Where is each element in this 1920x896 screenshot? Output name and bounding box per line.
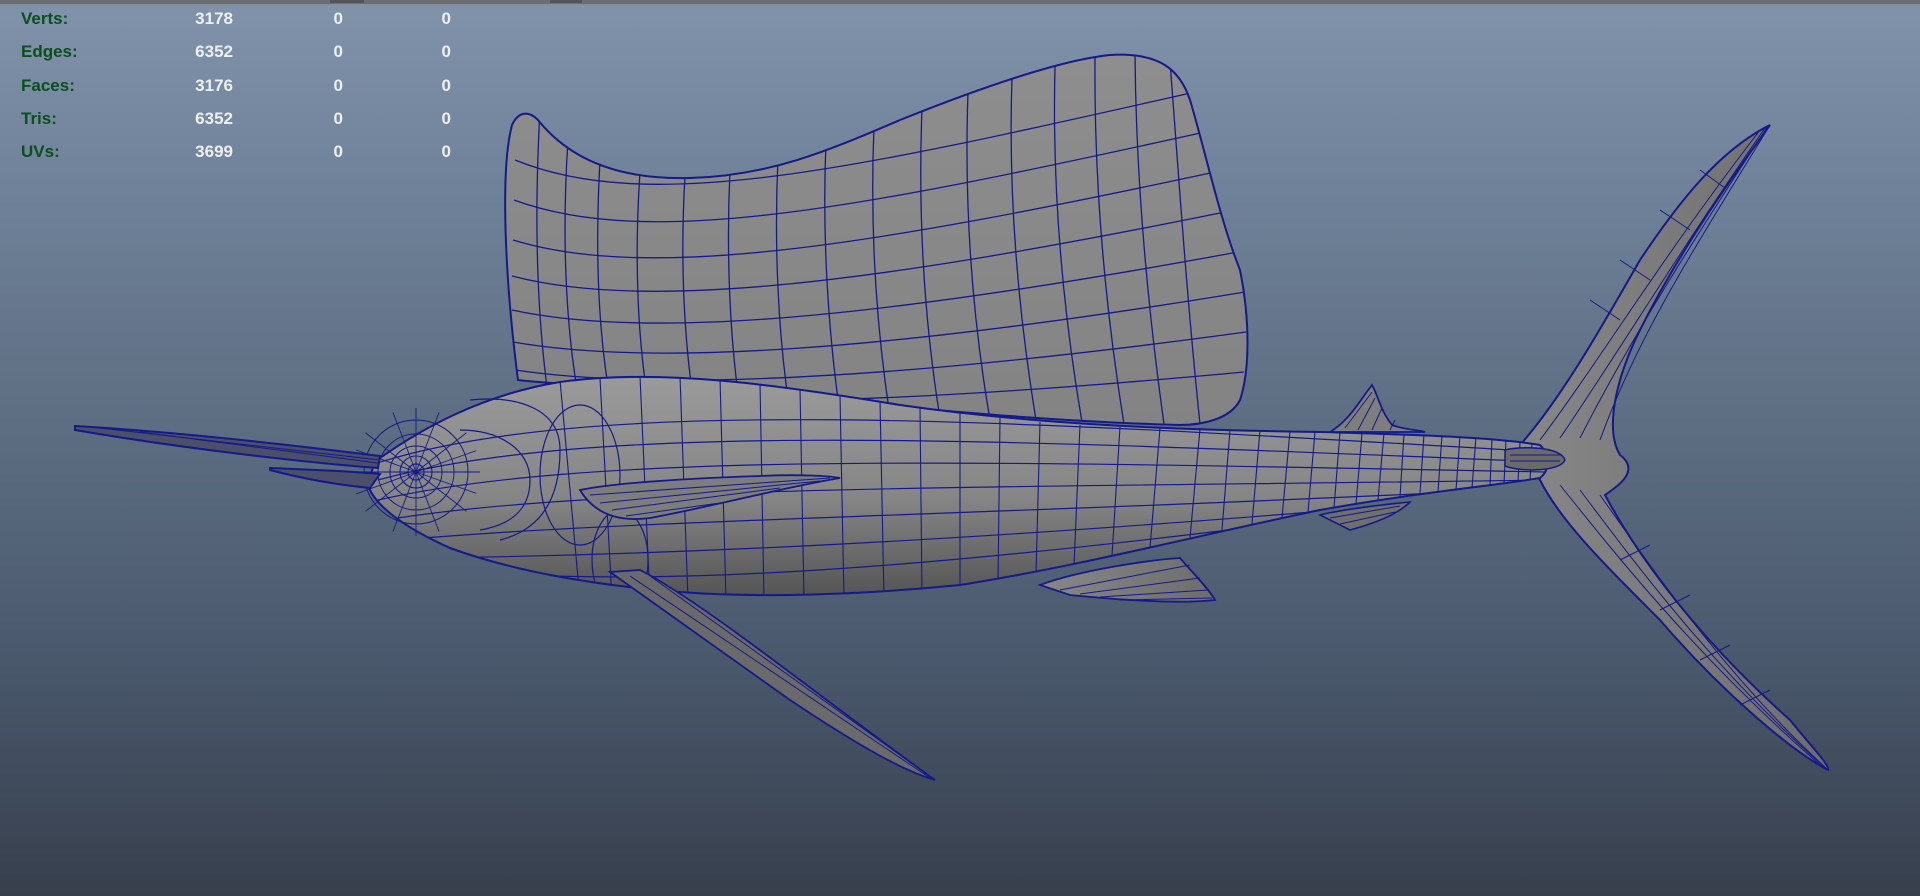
hud-label: Verts: bbox=[21, 9, 69, 28]
pelvic-fin bbox=[607, 569, 936, 781]
hud-value: 6352 bbox=[195, 42, 233, 62]
bill bbox=[74, 424, 382, 490]
hud-row-uvs: UVs: 3699 0 0 bbox=[21, 135, 461, 168]
hud-label: UVs: bbox=[21, 142, 60, 162]
hud-value: 0 bbox=[333, 42, 343, 62]
hud-row-edges: Edges: 6352 0 0 bbox=[21, 35, 461, 68]
hud-value: 3176 bbox=[195, 75, 233, 95]
hud-label: Edges: bbox=[21, 42, 78, 62]
dorsal-fin-second bbox=[1326, 383, 1426, 433]
3d-viewport[interactable]: Verts: 3178 0 0 Edges: 6352 0 0 Faces: 3… bbox=[0, 0, 1920, 896]
hud-row-tris: Tris: 6352 0 0 bbox=[21, 102, 461, 135]
hud-label: Faces: bbox=[21, 75, 75, 95]
hud-value: 0 bbox=[333, 108, 343, 128]
hud-value: 0 bbox=[441, 42, 451, 62]
poly-count-hud: Verts: 3178 0 0 Edges: 6352 0 0 Faces: 3… bbox=[21, 2, 461, 168]
hud-value: 0 bbox=[441, 75, 451, 95]
hud-value: 0 bbox=[441, 142, 451, 162]
hud-label: Tris: bbox=[21, 108, 57, 128]
hud-value: 3699 bbox=[195, 142, 233, 162]
hud-row-verts: Verts: 3178 0 0 bbox=[21, 2, 461, 35]
dorsal-fin-sail bbox=[504, 53, 1249, 427]
hud-value: 0 bbox=[333, 75, 343, 95]
tail-fin bbox=[1518, 124, 1830, 772]
hud-value: 0 bbox=[441, 108, 451, 128]
hud-value: 0 bbox=[333, 142, 343, 162]
hud-value: 3178 bbox=[195, 9, 233, 28]
hud-value: 0 bbox=[441, 9, 451, 28]
hud-value: 0 bbox=[333, 9, 343, 28]
hud-value: 6352 bbox=[195, 108, 233, 128]
hud-row-faces: Faces: 3176 0 0 bbox=[21, 69, 461, 102]
